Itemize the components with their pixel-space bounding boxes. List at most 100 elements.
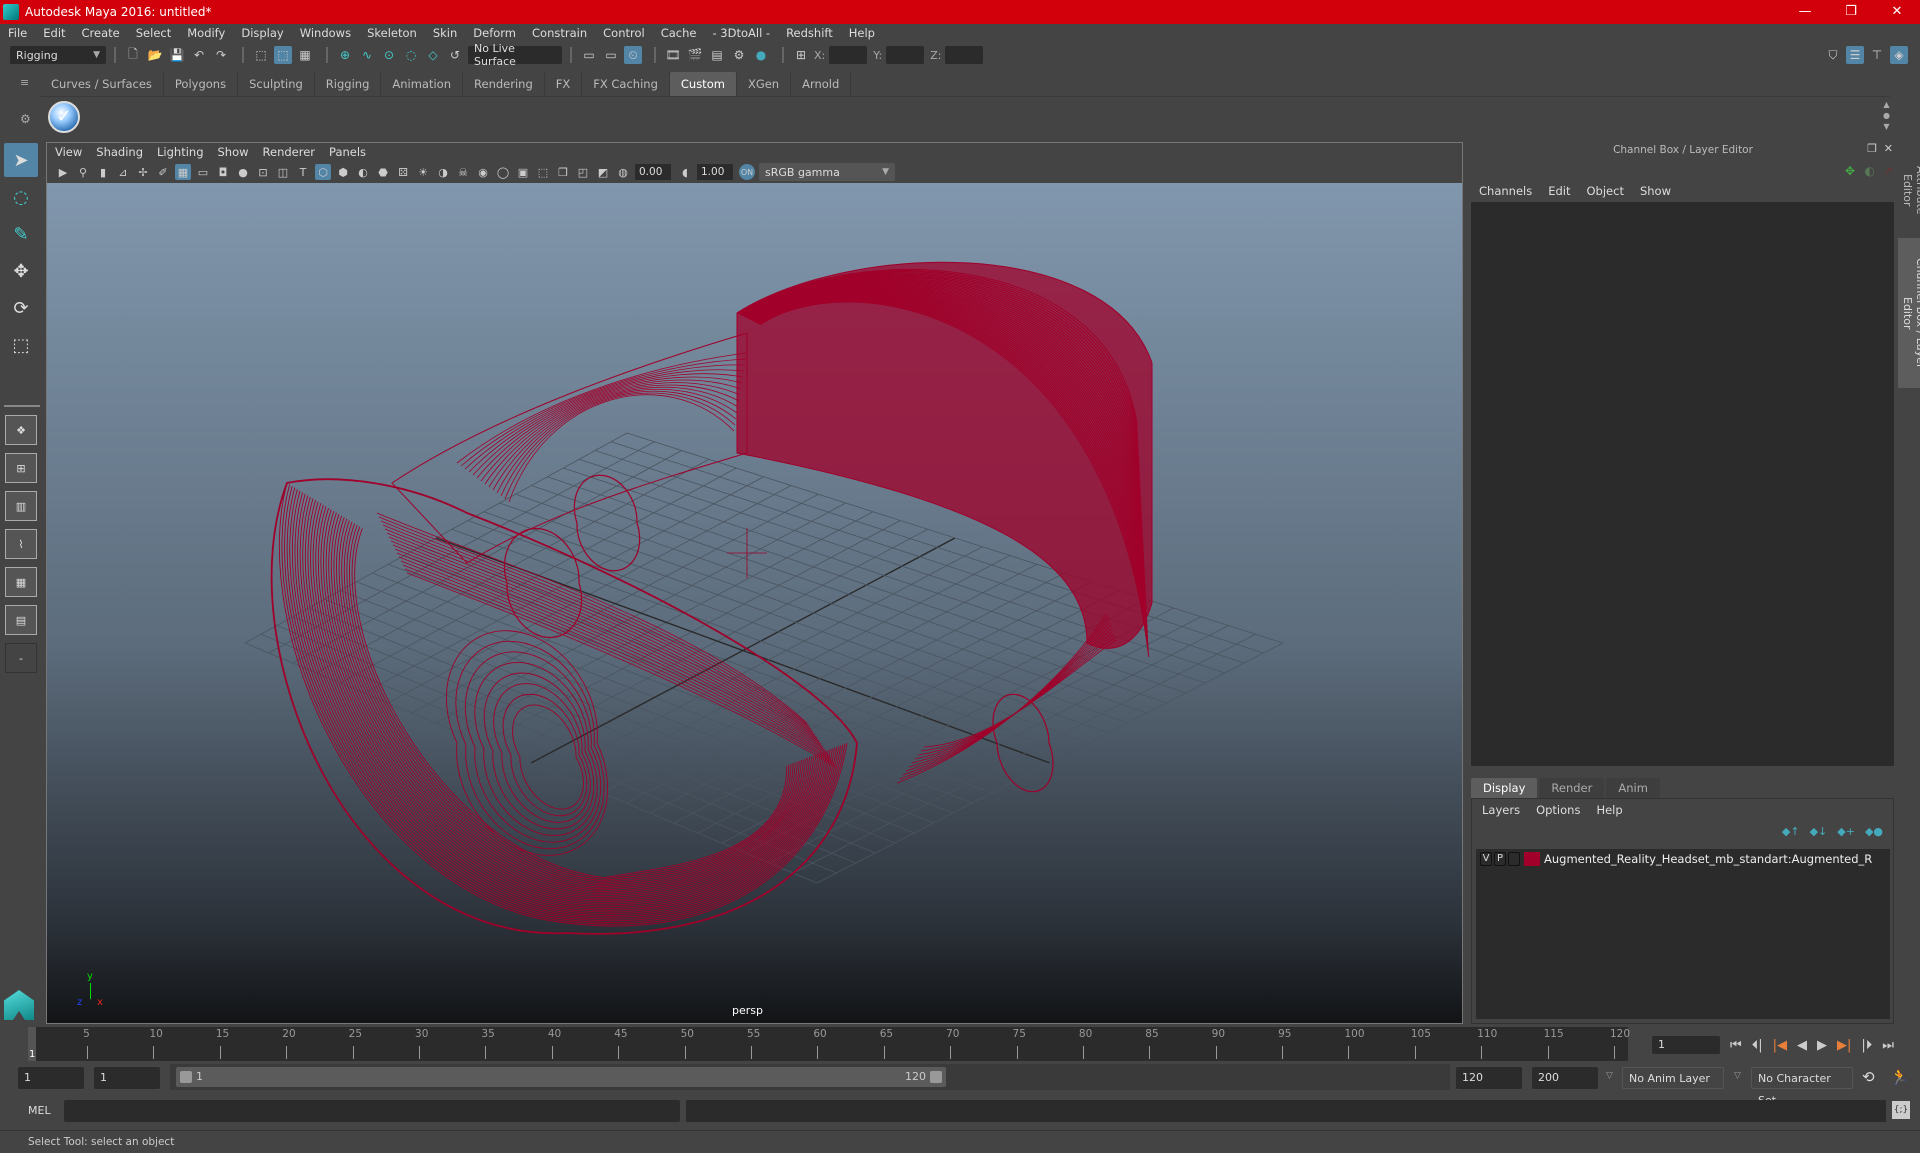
shelf-tab-sculpting[interactable]: Sculpting: [238, 72, 315, 96]
menu-deform[interactable]: Deform: [473, 26, 516, 40]
default-material-icon[interactable]: ◐: [355, 164, 371, 180]
shelf-tab-rendering[interactable]: Rendering: [463, 72, 545, 96]
select-components-icon[interactable]: ▦: [296, 46, 314, 64]
vp-menu-lighting[interactable]: Lighting: [157, 145, 203, 159]
single-perspective-layout-icon[interactable]: ❖: [5, 415, 37, 445]
menuset-dropdown[interactable]: Rigging ▼: [10, 46, 106, 64]
depth-of-field-icon[interactable]: ▣: [515, 164, 531, 180]
menu-cache[interactable]: Cache: [661, 26, 697, 40]
outliner-persp-layout-icon[interactable]: ▥: [5, 491, 37, 521]
shelf-tab-arnold[interactable]: Arnold: [791, 72, 852, 96]
image-plane-icon[interactable]: ⊿: [115, 164, 131, 180]
le-menu-help[interactable]: Help: [1596, 803, 1622, 817]
field-chart-icon[interactable]: ⊡: [255, 164, 271, 180]
cb-menu-show[interactable]: Show: [1640, 184, 1671, 198]
textured-icon[interactable]: ⚄: [395, 164, 411, 180]
use-all-lights-icon[interactable]: ☀: [415, 164, 431, 180]
go-to-end-icon[interactable]: ⏭: [1882, 1038, 1894, 1053]
snap-projected-center-icon[interactable]: ◌: [402, 46, 420, 64]
transform-constraint-icon[interactable]: ⊞: [792, 46, 810, 64]
menu-modify[interactable]: Modify: [187, 26, 225, 40]
create-empty-layer-icon[interactable]: ◆+: [1837, 825, 1855, 838]
close-button[interactable]: ✕: [1874, 0, 1920, 24]
select-objects-icon[interactable]: ⬚: [274, 46, 292, 64]
step-forward-frame-icon[interactable]: |⏵: [1861, 1038, 1872, 1053]
xray-active-components-icon[interactable]: ◰: [575, 164, 591, 180]
render-view-icon[interactable]: 🎞: [664, 46, 682, 64]
input-ops-icon[interactable]: ▭: [580, 46, 598, 64]
play-forwards-icon[interactable]: ▶: [1817, 1038, 1827, 1053]
snap-curve-icon[interactable]: ∿: [358, 46, 376, 64]
character-set-chevron-icon[interactable]: ▽: [1734, 1071, 1741, 1081]
grid-icon[interactable]: ▦: [175, 164, 191, 180]
float-panel-icon[interactable]: ❐: [1867, 142, 1877, 155]
range-end-handle[interactable]: [930, 1071, 942, 1083]
current-frame-field[interactable]: 1: [1652, 1036, 1720, 1054]
anti-aliasing-icon[interactable]: ◯: [495, 164, 511, 180]
shelf-tab-rigging[interactable]: Rigging: [314, 72, 382, 96]
grease-pencil-icon[interactable]: ✐: [155, 164, 171, 180]
bookmarks-icon[interactable]: ▮: [95, 164, 111, 180]
vp-menu-renderer[interactable]: Renderer: [263, 145, 316, 159]
safe-action-icon[interactable]: ◫: [275, 164, 291, 180]
speed-icon[interactable]: ◐: [1865, 164, 1875, 178]
rotate-tool-icon[interactable]: ⟳: [4, 291, 38, 325]
attribute-editor-tab[interactable]: Attribute Editor: [1898, 142, 1920, 238]
hypershade-icon[interactable]: ●: [752, 46, 770, 64]
hyper-icon[interactable]: ↗: [1883, 164, 1893, 178]
output-ops-icon[interactable]: ▭: [602, 46, 620, 64]
scale-tool-icon[interactable]: ⬚: [4, 328, 38, 362]
render-settings-icon[interactable]: ⚙: [730, 46, 748, 64]
more-layouts-icon[interactable]: -: [5, 643, 37, 673]
gate-mask-icon[interactable]: ●: [235, 164, 251, 180]
shelf-tab-custom[interactable]: Custom: [669, 72, 737, 96]
live-surface-field[interactable]: No Live Surface: [468, 42, 562, 68]
toggle-channel-box-icon[interactable]: ◈: [1890, 46, 1908, 64]
isolate-select-icon[interactable]: ⬚: [535, 164, 551, 180]
range-slider[interactable]: 1 120: [176, 1067, 946, 1087]
select-hierarchy-icon[interactable]: ⬚: [252, 46, 270, 64]
undo-icon[interactable]: ↶: [190, 46, 208, 64]
menu-create[interactable]: Create: [82, 26, 120, 40]
layer-tab-display[interactable]: Display: [1471, 778, 1538, 798]
playback-end-field[interactable]: 120: [1456, 1067, 1522, 1089]
save-scene-icon[interactable]: 💾: [168, 46, 186, 64]
menu-display[interactable]: Display: [241, 26, 283, 40]
select-camera-icon[interactable]: ▶: [55, 164, 71, 180]
manipulator-axes-icon[interactable]: ✥: [1845, 164, 1855, 178]
play-backwards-icon[interactable]: ◀: [1797, 1038, 1807, 1053]
shelf-scroll[interactable]: ▲ ● ▼: [1883, 99, 1890, 132]
safe-title-icon[interactable]: T: [295, 164, 311, 180]
3d-viewport[interactable]: y z x persp: [47, 183, 1462, 1023]
move-tool-icon[interactable]: ✥: [4, 254, 38, 288]
modeling-toolkit-icon[interactable]: ⛉: [1824, 46, 1842, 64]
vp-menu-view[interactable]: View: [55, 145, 82, 159]
redo-icon[interactable]: ↷: [212, 46, 230, 64]
script-editor-icon[interactable]: {;}: [1892, 1101, 1910, 1119]
xray-joints-icon[interactable]: ◩: [595, 164, 611, 180]
auto-key-icon[interactable]: ⟲: [1862, 1068, 1875, 1086]
command-language-label[interactable]: MEL: [28, 1104, 51, 1117]
anim-start-field[interactable]: 1: [18, 1067, 84, 1089]
checkmark-shelf-button-icon[interactable]: ✓: [48, 101, 80, 133]
cb-menu-channels[interactable]: Channels: [1479, 184, 1532, 198]
hypershade-persp-layout-icon[interactable]: ▦: [5, 567, 37, 597]
layer-row[interactable]: V P Augmented_Reality_Headset_mb_standar…: [1476, 849, 1890, 869]
make-live-icon[interactable]: ↺: [446, 46, 464, 64]
animation-preferences-icon[interactable]: 🏃: [1890, 1068, 1909, 1086]
minimize-button[interactable]: —: [1782, 0, 1828, 24]
color-space-dropdown[interactable]: sRGB gamma ▼: [759, 163, 895, 181]
create-layer-from-selected-icon[interactable]: ◆●: [1865, 825, 1883, 838]
wireframe-icon[interactable]: ⬡: [315, 164, 331, 180]
menu-file[interactable]: File: [8, 26, 27, 40]
shelf-tab-fx[interactable]: FX: [544, 72, 583, 96]
snap-grid-icon[interactable]: ⊕: [336, 46, 354, 64]
move-layer-down-icon[interactable]: ◆↓: [1810, 825, 1828, 838]
menu-edit[interactable]: Edit: [43, 26, 65, 40]
wireframe-on-shaded-icon[interactable]: ⬣: [375, 164, 391, 180]
film-gate-icon[interactable]: ▭: [195, 164, 211, 180]
vp-menu-shading[interactable]: Shading: [96, 145, 143, 159]
persp-graph-outliner-layout-icon[interactable]: ▤: [5, 605, 37, 635]
menu-redshift[interactable]: Redshift: [786, 26, 833, 40]
layer-tab-anim[interactable]: Anim: [1606, 778, 1660, 798]
